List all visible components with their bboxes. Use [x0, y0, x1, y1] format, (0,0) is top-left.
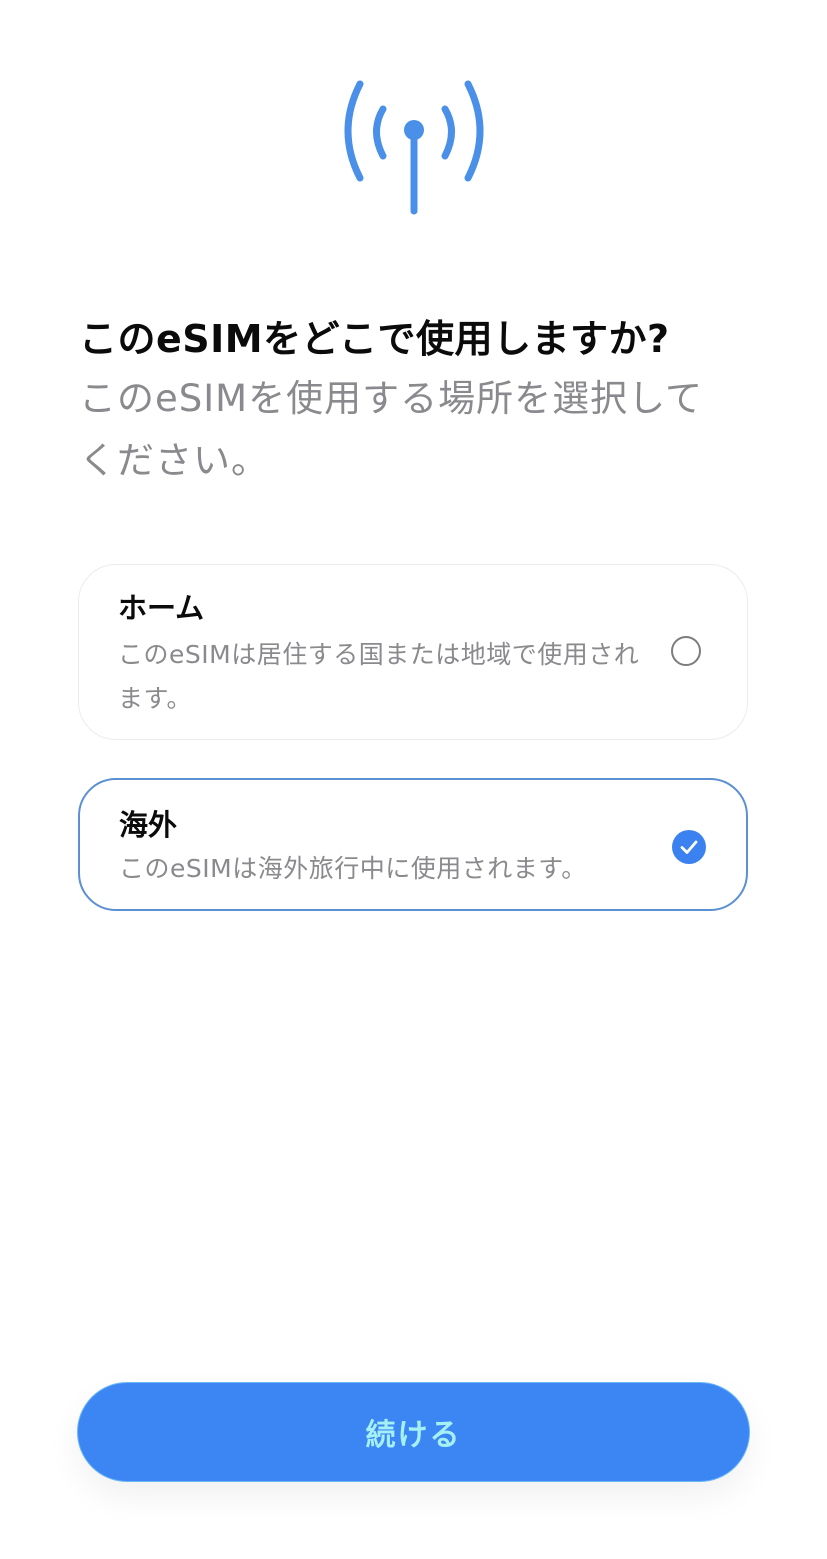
radio-checked-icon[interactable] [672, 830, 706, 864]
option-abroad-title: 海外 [119, 808, 178, 842]
option-abroad-description: このeSIMは海外旅行中に使用されます。 [119, 854, 587, 883]
option-home-title: ホーム [118, 591, 205, 625]
option-abroad[interactable]: 海外 このeSIMは海外旅行中に使用されます。 [78, 778, 748, 911]
antenna-signal-icon [344, 80, 484, 215]
radio-unselected-icon[interactable] [671, 636, 701, 666]
option-home[interactable]: ホーム このeSIMは居住する国または地域で使用されます。 [78, 564, 748, 740]
continue-button[interactable]: 続ける [77, 1382, 750, 1482]
page-title: このeSIMをどこで使用しますか? [79, 317, 670, 361]
option-home-description: このeSIMは居住する国または地域で使用されます。 [118, 640, 640, 713]
continue-button-label: 続ける [365, 1418, 462, 1453]
page-subtitle: このeSIMを使用する場所を選択してください。 [79, 377, 703, 482]
